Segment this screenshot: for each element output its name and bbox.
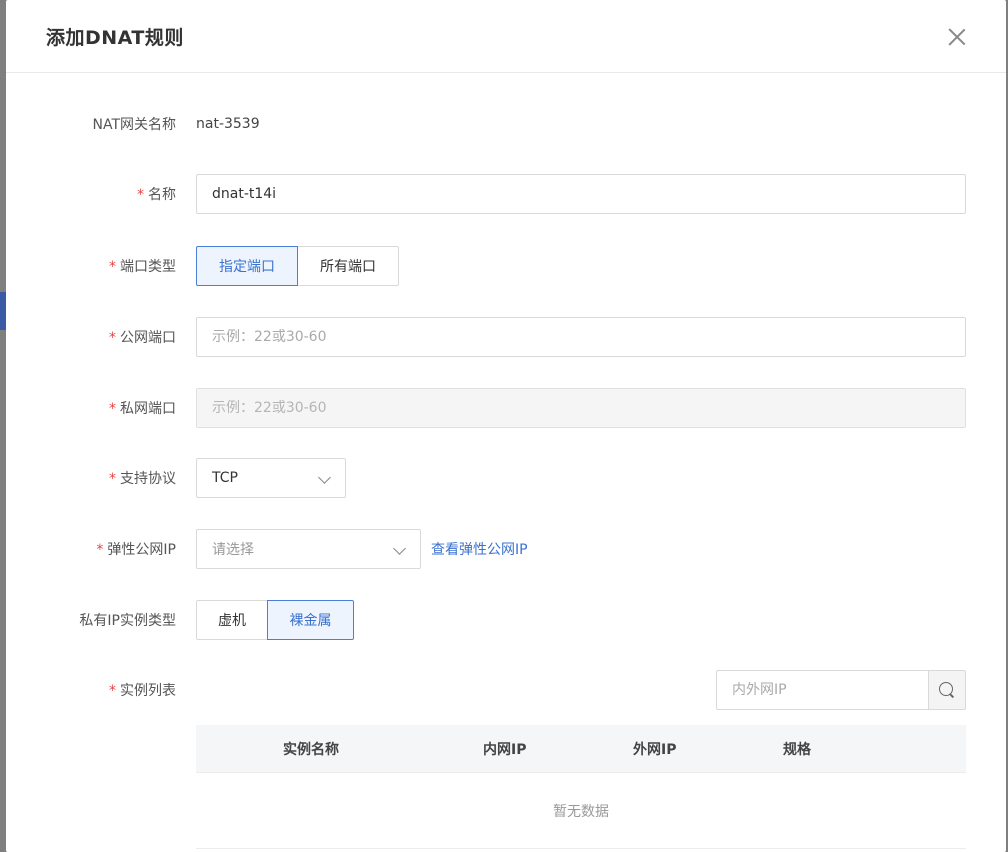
private-port-input	[212, 400, 965, 416]
instance-type-label: 私有IP实例类型	[79, 613, 176, 629]
public-port-field[interactable]	[196, 317, 966, 357]
protocol-row: * 支持协议 TCP	[6, 458, 1006, 498]
dialog-header: 添加DNAT规则	[6, 0, 1006, 73]
nat-gateway-row: NAT网关名称 nat-3539	[6, 113, 1006, 135]
instance-type-vm-button[interactable]: 虚机	[196, 600, 268, 640]
protocol-value: TCP	[212, 470, 238, 486]
nat-gateway-label: NAT网关名称	[92, 117, 176, 133]
port-type-label: * 端口类型	[109, 259, 176, 275]
private-port-label: * 私网端口	[109, 401, 176, 417]
private-port-field	[196, 388, 966, 428]
table-header: 实例名称 内网IP 外网IP 规格	[196, 725, 966, 773]
table-empty-state: 暂无数据	[196, 773, 966, 849]
name-label: * 名称	[137, 187, 176, 203]
instance-list-row: * 实例列表	[6, 670, 1006, 710]
instance-search-input[interactable]	[732, 682, 928, 698]
private-port-row: * 私网端口	[6, 388, 1006, 428]
dialog-title: 添加DNAT规则	[46, 26, 184, 49]
add-dnat-dialog: 添加DNAT规则 NAT网关名称 nat-3539 *名称 *端口类型 指定端口…	[6, 0, 1006, 852]
instance-type-baremetal-button[interactable]: 裸金属	[267, 600, 354, 640]
column-header-instance-name: 实例名称	[283, 741, 339, 758]
port-type-segment: 指定端口 所有端口	[196, 246, 399, 286]
column-header-private-ip: 内网IP	[483, 741, 527, 758]
column-header-spec: 规格	[783, 741, 811, 758]
view-eip-link[interactable]: 查看弹性公网IP	[431, 539, 528, 559]
instance-type-segment: 虚机 裸金属	[196, 600, 354, 640]
eip-select[interactable]: 请选择	[196, 529, 421, 569]
eip-row: * 弹性公网IP 请选择 查看弹性公网IP	[6, 529, 1006, 569]
public-port-label: * 公网端口	[109, 330, 176, 346]
instance-search	[716, 670, 966, 710]
name-row: * 名称	[6, 174, 1006, 214]
nat-gateway-value: nat-3539	[196, 116, 260, 132]
instance-list-label: * 实例列表	[109, 683, 176, 699]
instance-table: 实例名称 内网IP 外网IP 规格 暂无数据	[196, 725, 966, 849]
port-type-all-button[interactable]: 所有端口	[297, 246, 399, 286]
protocol-label: * 支持协议	[109, 471, 176, 487]
port-type-specified-button[interactable]: 指定端口	[196, 246, 298, 286]
port-type-row: * 端口类型 指定端口 所有端口	[6, 246, 1006, 286]
protocol-select[interactable]: TCP	[196, 458, 346, 498]
name-field[interactable]	[196, 174, 966, 214]
instance-search-field[interactable]	[716, 670, 928, 710]
search-button[interactable]	[928, 670, 966, 710]
chevron-down-icon	[318, 471, 331, 484]
chevron-down-icon	[393, 542, 406, 555]
public-port-row: * 公网端口	[6, 317, 1006, 357]
eip-label: * 弹性公网IP	[96, 542, 176, 558]
public-port-input[interactable]	[212, 329, 965, 345]
search-icon	[939, 682, 955, 698]
column-header-public-ip: 外网IP	[633, 741, 677, 758]
name-input[interactable]	[212, 186, 965, 202]
close-icon[interactable]	[948, 28, 966, 46]
instance-type-row: 私有IP实例类型 虚机 裸金属	[6, 600, 1006, 640]
eip-placeholder: 请选择	[212, 542, 254, 558]
